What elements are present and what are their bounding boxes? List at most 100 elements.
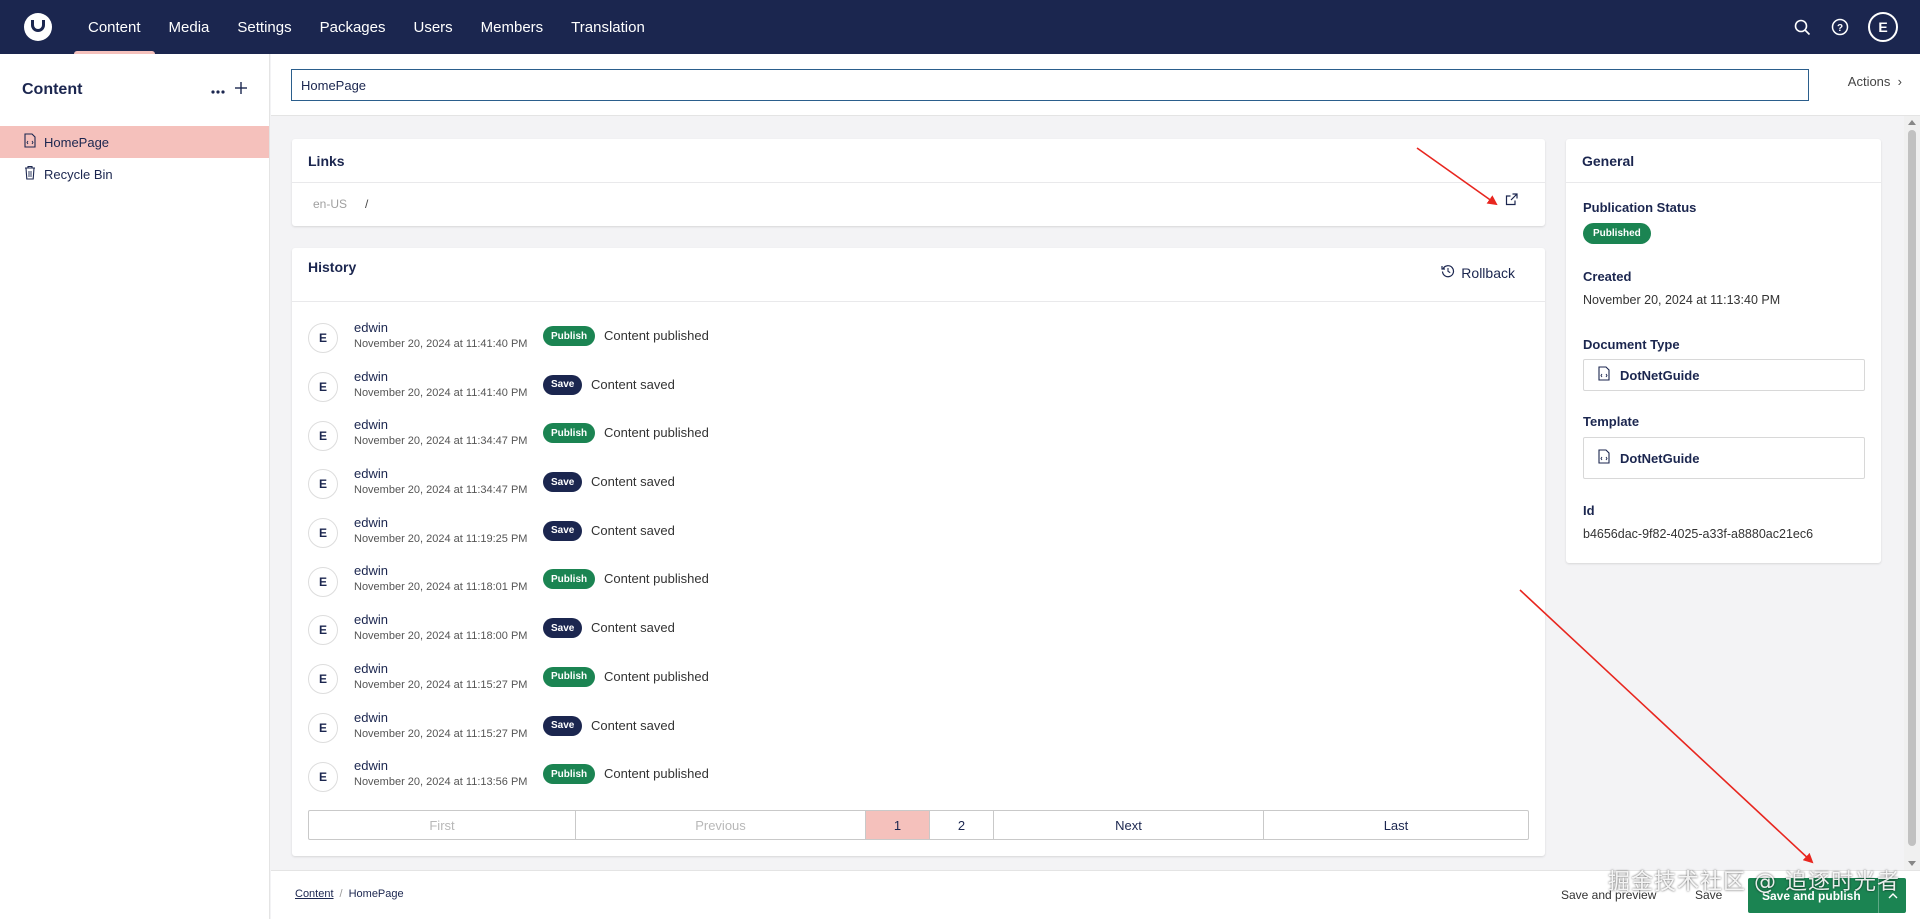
rollback-button[interactable]: Rollback: [1441, 264, 1515, 281]
history-user: edwin: [354, 514, 388, 530]
id-label: Id: [1583, 503, 1595, 518]
user-avatar: E: [308, 761, 338, 792]
nav-item-members[interactable]: Members: [467, 0, 558, 54]
chevron-right-icon: ›: [1894, 74, 1902, 89]
main-scrollbar[interactable]: [1904, 116, 1920, 870]
nav-item-packages[interactable]: Packages: [306, 0, 400, 54]
scroll-down-arrow-icon[interactable]: [1908, 861, 1916, 866]
tree-item-recycle-bin[interactable]: Recycle Bin: [0, 158, 269, 190]
plus-icon[interactable]: [235, 81, 247, 99]
pagination-next[interactable]: Next: [994, 811, 1264, 839]
content-tree-sidebar: Content HomePage Recycle Bin: [0, 54, 270, 919]
history-title: History: [308, 259, 357, 275]
umbraco-logo[interactable]: [24, 13, 52, 41]
trash-icon: [24, 165, 44, 183]
link-url[interactable]: /: [365, 197, 368, 211]
actions-label: Actions: [1847, 74, 1891, 89]
template-value: DotNetGuide: [1620, 450, 1700, 466]
history-badge: Publish: [543, 423, 596, 444]
document-icon: [1598, 366, 1620, 384]
history-list: Eedwin November 20, 2024 at 11:41:40 PM Pu…: [308, 314, 1508, 801]
pagination-last[interactable]: Last: [1264, 811, 1528, 839]
history-panel: History Rollback Eedwin November 20, 2024…: [292, 248, 1545, 856]
document-icon: [24, 133, 44, 151]
scroll-up-arrow-icon[interactable]: [1908, 120, 1916, 125]
status-badge: Published: [1583, 223, 1651, 244]
history-badge: Publish: [543, 569, 596, 590]
history-user: edwin: [354, 417, 388, 433]
general-title: General: [1566, 139, 1881, 183]
history-entry: Eedwin November 20, 2024 at 11:34:47 PM Sa…: [308, 460, 1508, 509]
template-ref[interactable]: DotNetGuide: [1583, 437, 1865, 479]
pagination-page-2[interactable]: 2: [930, 811, 994, 839]
user-avatar: E: [308, 323, 338, 354]
nav-item-settings[interactable]: Settings: [223, 0, 305, 54]
created-label: Created: [1583, 269, 1632, 284]
tree-item-homepage[interactable]: HomePage: [0, 126, 269, 158]
history-badge: Save: [543, 520, 583, 541]
user-avatar: E: [308, 518, 338, 549]
scroll-thumb[interactable]: [1908, 130, 1916, 846]
history-user: edwin: [354, 660, 388, 676]
svg-text:?: ?: [1837, 23, 1843, 34]
nav-item-content[interactable]: Content: [74, 0, 155, 54]
history-date: November 20, 2024 at 11:19:25 PM: [354, 532, 528, 545]
help-icon[interactable]: ?: [1830, 17, 1850, 37]
history-description: Content published: [604, 766, 709, 782]
history-badge: Publish: [543, 764, 596, 785]
document-type-ref[interactable]: DotNetGuide: [1583, 359, 1865, 391]
history-badge: Save: [543, 374, 583, 395]
history-badge: Publish: [543, 666, 596, 687]
user-avatar: E: [308, 566, 338, 597]
history-entry: Eedwin November 20, 2024 at 11:18:01 PM Pu…: [308, 557, 1508, 606]
history-user: edwin: [354, 709, 388, 725]
breadcrumb-content[interactable]: Content: [295, 888, 334, 900]
document-icon: [1598, 449, 1620, 467]
created-value: November 20, 2024 at 11:13:40 PM: [1583, 293, 1781, 307]
annotation-arrow-publish: [1519, 589, 1814, 864]
history-entry: Eedwin November 20, 2024 at 11:18:00 PM Sa…: [308, 606, 1508, 655]
history-description: Content saved: [591, 474, 675, 490]
user-avatar: E: [308, 420, 338, 451]
pagination-first[interactable]: First: [309, 811, 576, 839]
history-date: November 20, 2024 at 11:41:40 PM: [354, 386, 528, 399]
history-user: edwin: [354, 563, 388, 579]
history-date: November 20, 2024 at 11:18:01 PM: [354, 581, 528, 594]
history-date: November 20, 2024 at 11:15:27 PM: [354, 678, 528, 691]
links-title: Links: [292, 139, 1545, 183]
document-name-input[interactable]: [291, 69, 1809, 101]
open-external-link-icon[interactable]: [1505, 193, 1518, 209]
pagination-previous[interactable]: Previous: [576, 811, 866, 839]
document-type-value: DotNetGuide: [1620, 367, 1700, 383]
tree-item-label: Recycle Bin: [44, 166, 113, 182]
history-date: November 20, 2024 at 11:41:40 PM: [354, 338, 528, 350]
history-date: November 20, 2024 at 11:34:47 PM: [354, 484, 528, 497]
pagination-page-1[interactable]: 1: [866, 811, 930, 839]
nav-item-media[interactable]: Media: [155, 0, 224, 54]
history-entry: Eedwin November 20, 2024 at 11:19:25 PM Sa…: [308, 509, 1508, 558]
history-entry: Eedwin November 20, 2024 at 11:13:56 PM Pu…: [308, 752, 1508, 801]
history-date: November 20, 2024 at 11:15:27 PM: [354, 727, 528, 740]
actions-menu-button[interactable]: Actions ›: [1848, 74, 1902, 89]
history-badge: Publish: [543, 326, 596, 346]
top-navigation-bar: Content Media Settings Packages Users Me…: [0, 0, 1920, 54]
history-entry: Eedwin November 20, 2024 at 11:15:27 PM Sa…: [308, 704, 1508, 753]
user-avatar[interactable]: E: [1868, 12, 1898, 42]
history-description: Content saved: [591, 522, 675, 538]
nav-item-translation[interactable]: Translation: [557, 0, 659, 54]
history-user: edwin: [354, 368, 388, 384]
history-entry: Eedwin November 20, 2024 at 11:34:47 PM Pu…: [308, 411, 1508, 460]
nav-item-users[interactable]: Users: [399, 0, 466, 54]
editor-header: Actions ›: [271, 54, 1920, 116]
breadcrumb-homepage: HomePage: [348, 888, 404, 900]
user-avatar: E: [308, 712, 338, 743]
history-description: Content published: [604, 571, 709, 587]
history-user: edwin: [354, 758, 388, 774]
link-culture: en-US: [313, 197, 348, 211]
history-badge: Save: [543, 715, 583, 736]
template-label: Template: [1583, 414, 1640, 429]
history-user: edwin: [354, 466, 388, 482]
search-icon[interactable]: [1792, 17, 1812, 37]
history-description: Content saved: [591, 376, 675, 392]
ellipsis-icon[interactable]: [211, 81, 225, 99]
